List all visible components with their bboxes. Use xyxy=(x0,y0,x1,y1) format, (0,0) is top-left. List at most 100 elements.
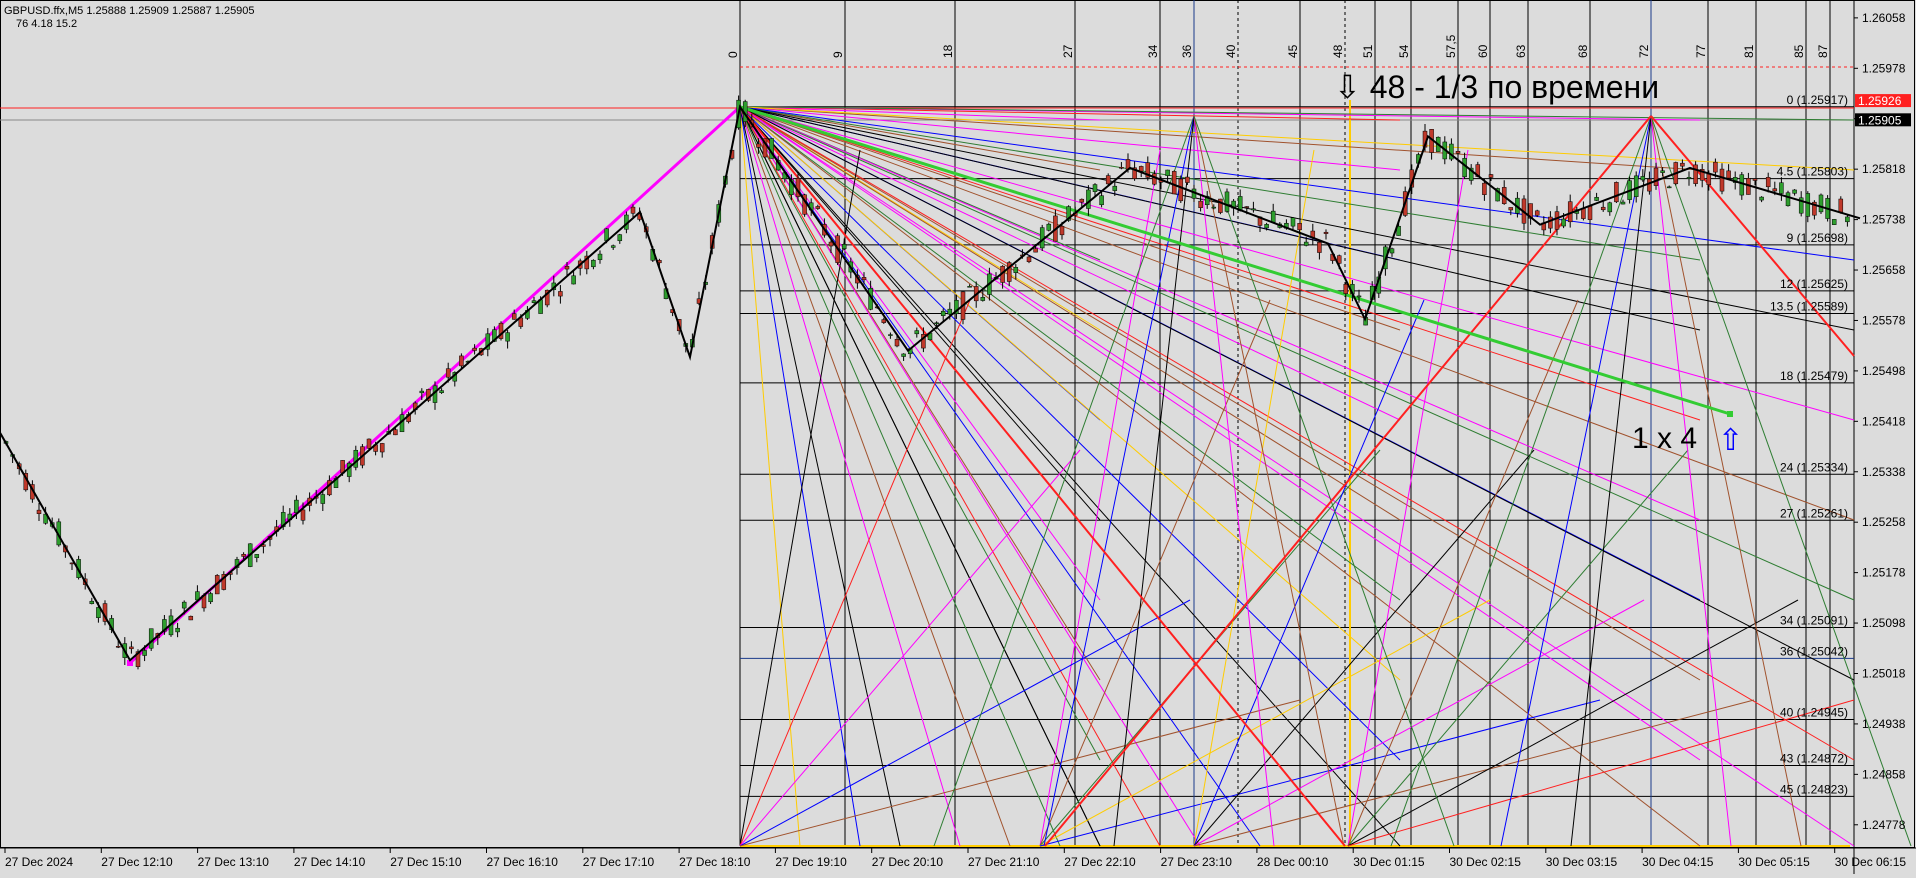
candle-body xyxy=(1759,196,1764,201)
candle-body xyxy=(881,319,887,323)
annotation-time-third: ⇩ 48 - 1/3 по времени xyxy=(1334,69,1659,105)
gann-chart[interactable]: 0 9 18 27 34 36 40 45 48 51 54 57,5 60 63 68 72 77 81 85 87… xyxy=(0,0,1916,874)
candle-body xyxy=(439,390,444,393)
candle-body xyxy=(1508,207,1514,211)
candle-body xyxy=(241,554,246,557)
level-label: 18 (1.25479) xyxy=(1780,369,1848,383)
candle-body xyxy=(1303,241,1309,246)
candle-body xyxy=(1772,188,1778,192)
time-cycle-label: 87 xyxy=(1816,44,1830,58)
candle-body xyxy=(175,627,180,633)
x-tick-label: 30 Dec 06:15 xyxy=(1835,855,1907,869)
candle-body xyxy=(1317,242,1322,253)
candle-body xyxy=(1171,171,1177,195)
gann-fan-line xyxy=(739,106,1701,421)
x-tick-label: 28 Dec 00:10 xyxy=(1257,855,1329,869)
x-tick-label: 27 Dec 13:10 xyxy=(198,855,270,869)
candle-body xyxy=(320,494,326,504)
candle-body xyxy=(472,347,477,351)
indicator-values: 76 4.18 15.2 xyxy=(16,18,78,30)
candle-body xyxy=(1818,194,1824,213)
candle-body xyxy=(1455,151,1461,154)
candle-body xyxy=(1587,205,1593,220)
candle-body xyxy=(36,509,42,514)
candle-body xyxy=(1244,206,1250,208)
x-tick-label: 27 Dec 12:10 xyxy=(101,855,173,869)
gann-fan-line xyxy=(739,106,1401,601)
candle-body xyxy=(841,244,847,249)
candle-body xyxy=(1792,189,1797,194)
y-tick-label: 1.25738 xyxy=(1862,213,1906,227)
candle-body xyxy=(1138,166,1144,172)
x-tick-label: 30 Dec 01:15 xyxy=(1353,855,1425,869)
level-label: 40 (1.24945) xyxy=(1780,706,1848,720)
candle-body xyxy=(1356,295,1362,298)
gann-fan-line xyxy=(739,106,1855,601)
level-label: 34 (1.25091) xyxy=(1780,613,1848,627)
candle-body xyxy=(1554,211,1560,230)
x-tick-label: 27 Dec 16:10 xyxy=(487,855,559,869)
y-tick-label: 1.25098 xyxy=(1862,616,1906,630)
candle-body xyxy=(1666,186,1672,189)
time-cycle-label: 9 xyxy=(831,51,845,58)
time-cycle-label: 77 xyxy=(1694,44,1708,58)
x-tick-label: 27 Dec 15:10 xyxy=(390,855,462,869)
gann-fan-line xyxy=(1347,699,1855,847)
candle-body xyxy=(1838,198,1844,213)
candle-body xyxy=(894,339,900,347)
candle-body xyxy=(1831,219,1837,225)
candle-body xyxy=(980,297,986,301)
candle-body xyxy=(1297,223,1302,231)
gann-fan-line xyxy=(1193,299,1425,847)
chart-area[interactable]: 0 9 18 27 34 36 40 45 48 51 54 57,5 60 63 68 72 77 81 85 87… xyxy=(0,0,1916,874)
candle-body xyxy=(1198,200,1203,208)
candle-body xyxy=(1719,168,1725,192)
candle-body xyxy=(366,438,372,449)
x-tick-label: 27 Dec 19:10 xyxy=(775,855,847,869)
gann-fan-line xyxy=(1347,149,1469,847)
gann-fan-line xyxy=(1193,115,1345,847)
candle-body xyxy=(419,390,425,394)
gann-fan-line xyxy=(1390,115,1652,847)
candle-body xyxy=(294,499,299,513)
time-cycle-label: 40 xyxy=(1224,44,1238,58)
candle-body xyxy=(1290,217,1296,227)
gann-fan-line xyxy=(739,106,961,847)
gann-fan-line xyxy=(739,106,1701,681)
level-label: 9 (1.25698) xyxy=(1787,231,1848,245)
time-cycle-label: 81 xyxy=(1742,44,1756,58)
x-tick-label: 27 Dec 17:10 xyxy=(583,855,655,869)
y-tick-label: 1.25498 xyxy=(1862,364,1906,378)
gann-fan-line xyxy=(739,106,861,847)
y-tick-label: 1.26058 xyxy=(1862,11,1906,25)
time-cycle-label: 85 xyxy=(1792,44,1806,58)
level-label: 27 (1.25261) xyxy=(1780,506,1848,520)
candle-body xyxy=(914,330,920,335)
candle-body xyxy=(564,266,570,270)
candle-body xyxy=(1046,223,1052,231)
candle-body xyxy=(1706,173,1712,185)
candle-body xyxy=(1105,175,1111,185)
candle-body xyxy=(1079,198,1085,203)
level-label: 45 (1.24823) xyxy=(1780,782,1848,796)
time-cycle-label: 48 xyxy=(1331,44,1345,58)
candle-body xyxy=(188,615,194,621)
candle-body xyxy=(1594,197,1599,201)
candle-body xyxy=(208,593,213,603)
candle-body xyxy=(115,646,121,648)
candle-body xyxy=(353,449,359,468)
candle-body xyxy=(1033,248,1038,253)
time-cycle-label: 51 xyxy=(1361,44,1375,58)
x-tick-label: 30 Dec 02:15 xyxy=(1450,855,1522,869)
x-tick-label: 27 Dec 22:10 xyxy=(1064,855,1136,869)
y-tick-label: 1.25658 xyxy=(1862,263,1906,277)
gann-fan-line xyxy=(739,106,1855,261)
candle-body xyxy=(934,322,939,325)
gann-fan-line xyxy=(1193,115,1455,847)
y-tick-label: 1.25258 xyxy=(1862,515,1906,529)
candle-body xyxy=(1785,192,1791,207)
candle-body xyxy=(1482,182,1487,195)
candle-body xyxy=(1739,174,1745,196)
y-tick-label: 1.24778 xyxy=(1862,818,1906,832)
x-tick-label: 27 Dec 14:10 xyxy=(294,855,366,869)
